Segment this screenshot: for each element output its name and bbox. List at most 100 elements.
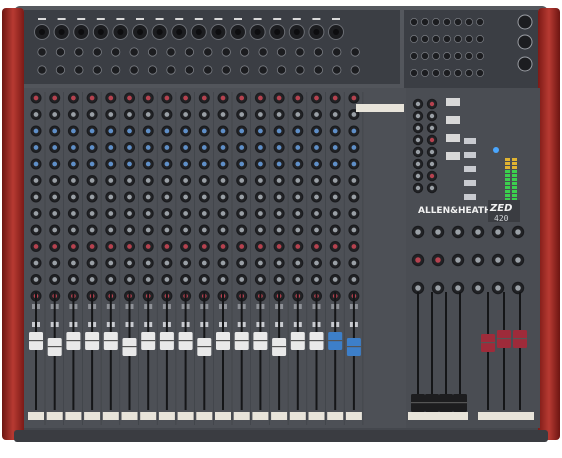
jack-socket[interactable] — [92, 65, 102, 75]
jack-socket[interactable] — [432, 52, 440, 60]
jack-socket[interactable] — [476, 35, 484, 43]
jack-socket[interactable] — [421, 35, 429, 43]
jack-socket[interactable] — [465, 52, 473, 60]
master-button[interactable] — [464, 152, 476, 158]
jack-socket[interactable] — [421, 52, 429, 60]
xlr-output-socket[interactable] — [517, 56, 533, 72]
level-meter-segment — [505, 166, 510, 169]
master-button[interactable] — [464, 166, 476, 172]
jack-socket[interactable] — [166, 47, 176, 57]
knob-cap — [295, 211, 301, 216]
jack-socket[interactable] — [454, 69, 462, 77]
jack-socket[interactable] — [74, 47, 84, 57]
jack-socket[interactable] — [276, 47, 287, 57]
knob-cap — [108, 112, 114, 117]
jack-socket[interactable] — [443, 18, 451, 26]
jack-socket[interactable] — [129, 47, 139, 57]
jack-socket[interactable] — [421, 69, 429, 77]
jack-socket[interactable] — [37, 65, 47, 75]
jack-socket[interactable] — [111, 65, 121, 75]
jack-socket[interactable] — [184, 65, 194, 75]
knob-cap — [332, 277, 338, 282]
jack-socket[interactable] — [432, 69, 440, 77]
knob-cap — [258, 260, 263, 266]
jack-socket[interactable] — [443, 69, 451, 77]
jack-socket[interactable] — [465, 35, 473, 43]
knob-cap — [52, 260, 58, 266]
master-button[interactable] — [464, 180, 476, 186]
jack-socket[interactable] — [421, 18, 429, 26]
jack-socket[interactable] — [37, 47, 47, 57]
knob-cap — [52, 112, 58, 117]
xlr-label — [77, 18, 86, 20]
jack-socket[interactable] — [129, 65, 139, 75]
jack-socket[interactable] — [74, 65, 84, 75]
knob-cap — [33, 145, 39, 150]
jack-socket[interactable] — [410, 52, 418, 60]
jack-socket[interactable] — [240, 47, 250, 57]
jack-socket[interactable] — [410, 35, 418, 43]
jack-socket[interactable] — [203, 65, 213, 75]
jack-socket[interactable] — [313, 47, 323, 57]
jack-socket[interactable] — [166, 65, 176, 75]
jack-socket[interactable] — [410, 18, 418, 26]
knob-cap — [89, 95, 95, 101]
jack-socket[interactable] — [184, 47, 194, 57]
jack-socket[interactable] — [203, 47, 213, 57]
xlr-output-socket[interactable] — [517, 34, 533, 50]
jack-socket[interactable] — [432, 35, 440, 43]
jack-socket[interactable] — [465, 18, 473, 26]
jack-socket[interactable] — [147, 65, 158, 75]
jack-socket[interactable] — [476, 18, 484, 26]
jack-socket[interactable] — [55, 65, 66, 75]
knob-cap — [295, 227, 301, 233]
jack-socket[interactable] — [276, 65, 287, 75]
knob-cap — [71, 95, 76, 101]
jack-socket[interactable] — [147, 47, 158, 57]
fader-slot — [72, 292, 75, 410]
jack-socket[interactable] — [258, 65, 268, 75]
fader-cap-line — [216, 340, 230, 342]
knob-cap — [276, 128, 282, 134]
fader-slot — [431, 292, 433, 410]
jack-socket[interactable] — [443, 35, 451, 43]
jack-socket[interactable] — [454, 18, 462, 26]
knob-cap — [108, 161, 114, 167]
jack-socket[interactable] — [465, 69, 473, 77]
jack-socket[interactable] — [221, 65, 231, 75]
jack-socket[interactable] — [55, 47, 66, 57]
jack-socket[interactable] — [454, 35, 462, 43]
knob-cap — [183, 260, 188, 266]
xlr-output-socket[interactable] — [517, 14, 533, 30]
jack-socket[interactable] — [454, 52, 462, 60]
jack-socket[interactable] — [332, 65, 342, 75]
scribble-strip — [327, 412, 344, 420]
master-button[interactable] — [464, 138, 476, 144]
jack-socket[interactable] — [476, 69, 484, 77]
knob-cap — [201, 211, 207, 216]
scribble-strip — [215, 412, 231, 420]
jack-socket[interactable] — [313, 65, 323, 75]
jack-socket[interactable] — [476, 52, 484, 60]
jack-socket[interactable] — [350, 65, 360, 75]
knob-cap — [164, 260, 170, 266]
jack-socket[interactable] — [443, 52, 451, 60]
jack-socket[interactable] — [240, 65, 250, 75]
jack-socket[interactable] — [258, 47, 268, 57]
master-button[interactable] — [464, 194, 476, 200]
knob-cap — [415, 229, 421, 235]
jack-socket[interactable] — [350, 47, 360, 57]
jack-socket[interactable] — [410, 69, 418, 77]
knob-cap — [33, 95, 39, 101]
fader-slot — [445, 292, 447, 410]
jack-socket[interactable] — [295, 47, 305, 57]
jack-socket[interactable] — [221, 47, 231, 57]
knob-cap — [276, 260, 282, 266]
jack-socket[interactable] — [92, 47, 102, 57]
jack-socket[interactable] — [332, 47, 342, 57]
jack-socket[interactable] — [111, 47, 121, 57]
knob-cap — [351, 211, 357, 216]
scribble-strip — [140, 412, 157, 420]
jack-socket[interactable] — [295, 65, 305, 75]
jack-socket[interactable] — [432, 18, 440, 26]
